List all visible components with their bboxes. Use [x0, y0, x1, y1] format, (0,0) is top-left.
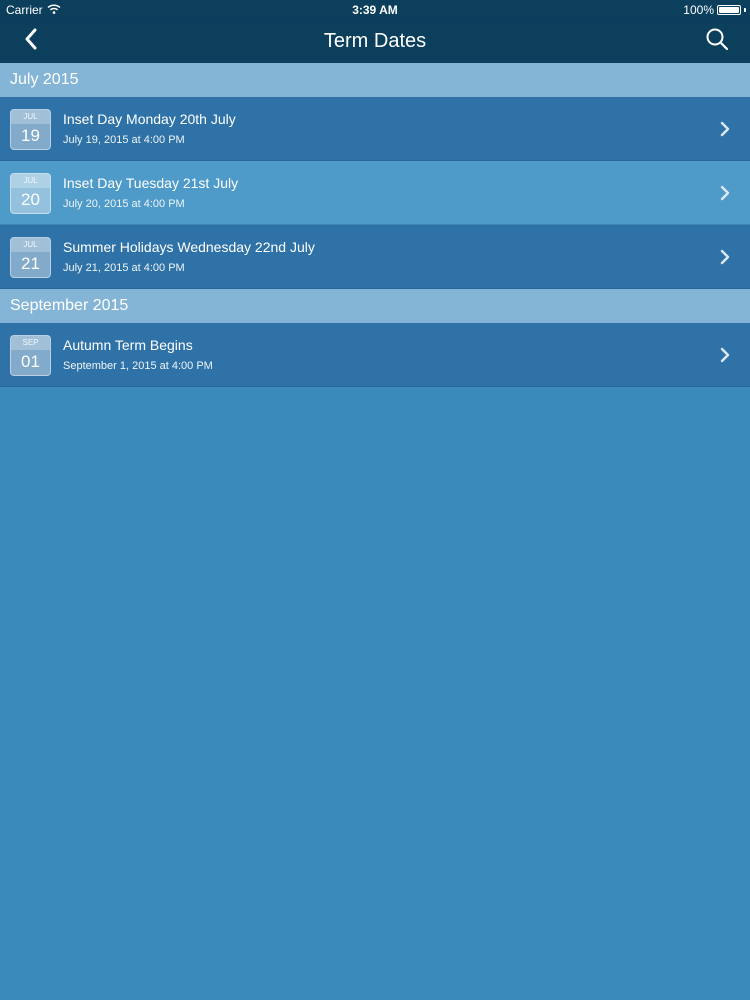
- section-header-july-2015: July 2015: [0, 63, 750, 97]
- chevron-right-icon: [720, 347, 730, 363]
- chevron-right-icon: [720, 249, 730, 265]
- event-datetime: July 21, 2015 at 4:00 PM: [63, 262, 185, 274]
- term-dates-list: July 2015 JUL 19 Inset Day Monday 20th J…: [0, 63, 750, 387]
- badge-month: JUL: [11, 110, 50, 124]
- calendar-date-icon: JUL 20: [10, 173, 51, 214]
- badge-day: 01: [21, 352, 40, 371]
- badge-day: 19: [21, 126, 40, 145]
- event-datetime: July 19, 2015 at 4:00 PM: [63, 134, 185, 146]
- event-row[interactable]: JUL 20 Inset Day Tuesday 21st July July …: [0, 161, 750, 225]
- page-title: Term Dates: [323, 30, 427, 52]
- search-icon: [705, 27, 729, 56]
- badge-day: 21: [21, 254, 40, 273]
- calendar-date-icon: JUL 21: [10, 237, 51, 278]
- search-button[interactable]: [700, 26, 734, 56]
- event-title: Inset Day Monday 20th July: [63, 111, 236, 127]
- event-datetime: July 20, 2015 at 4:00 PM: [63, 198, 185, 210]
- event-datetime: September 1, 2015 at 4:00 PM: [63, 360, 213, 372]
- calendar-date-icon: JUL 19: [10, 109, 51, 150]
- battery-fill: [719, 7, 739, 13]
- navigation-bar: Term Dates: [0, 20, 750, 63]
- status-right: 100%: [683, 0, 746, 20]
- section-header-september-2015: September 2015: [0, 289, 750, 323]
- badge-month: JUL: [11, 238, 50, 252]
- battery-icon: [717, 5, 741, 15]
- event-row[interactable]: SEP 01 Autumn Term Begins September 1, 2…: [0, 323, 750, 387]
- chevron-right-icon: [720, 121, 730, 137]
- badge-month: SEP: [11, 336, 50, 350]
- battery-percentage: 100%: [683, 3, 714, 17]
- event-row[interactable]: JUL 19 Inset Day Monday 20th July July 1…: [0, 97, 750, 161]
- chevron-right-icon: [720, 185, 730, 201]
- badge-month: JUL: [11, 174, 50, 188]
- event-title: Autumn Term Begins: [63, 337, 193, 353]
- badge-day: 20: [21, 190, 40, 209]
- event-title: Inset Day Tuesday 21st July: [63, 175, 239, 191]
- event-row[interactable]: JUL 21 Summer Holidays Wednesday 22nd Ju…: [0, 225, 750, 289]
- battery-tip: [744, 8, 746, 12]
- status-time: 3:39 AM: [352, 3, 398, 17]
- event-title: Summer Holidays Wednesday 22nd July: [63, 239, 315, 255]
- calendar-date-icon: SEP 01: [10, 335, 51, 376]
- status-bar: Carrier 3:39 AM 100%: [0, 0, 750, 20]
